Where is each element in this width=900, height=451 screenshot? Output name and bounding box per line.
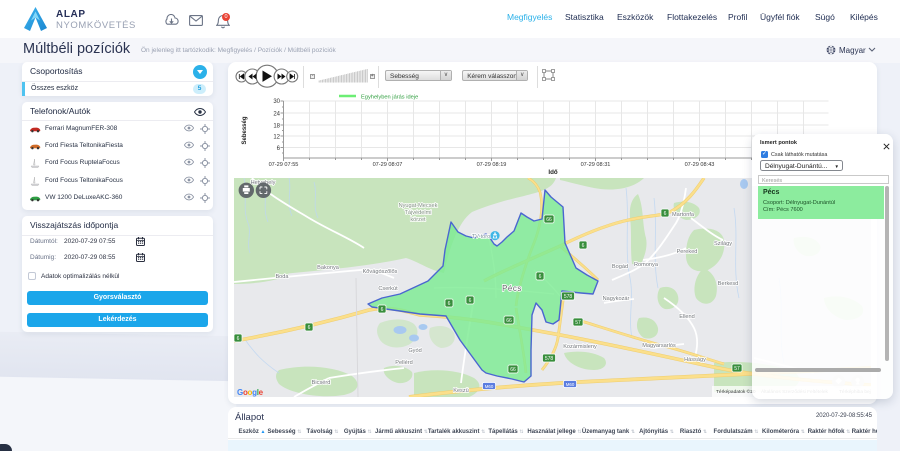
svg-text:6: 6 [582, 243, 585, 249]
svg-text:Szilágy: Szilágy [714, 241, 732, 247]
svg-text:Keszü: Keszü [453, 388, 469, 394]
svg-text:Romonya: Romonya [634, 262, 659, 268]
svg-text:Gyód: Gyód [408, 348, 421, 354]
svg-text:Hásságy: Hásságy [684, 357, 706, 363]
svg-text:6: 6 [539, 274, 542, 280]
svg-text:6: 6 [308, 325, 311, 331]
svg-text:66: 66 [506, 318, 512, 324]
svg-text:66: 66 [546, 217, 552, 223]
svg-text:Kővágószőlős: Kővágószőlős [363, 269, 398, 275]
svg-text:Bicsérd: Bicsérd [312, 380, 331, 386]
svg-text:Pellérd: Pellérd [395, 360, 412, 366]
svg-text:6: 6 [664, 211, 667, 217]
svg-text:07-29 08:43: 07-29 08:43 [685, 162, 715, 168]
svg-text:57: 57 [734, 366, 740, 372]
svg-text:M60: M60 [485, 384, 494, 389]
svg-text:30: 30 [273, 99, 280, 105]
svg-text:Boda: Boda [275, 274, 289, 280]
svg-text:Cserkút: Cserkút [378, 286, 398, 292]
svg-text:Bogád: Bogád [612, 264, 628, 270]
svg-text:6: 6 [469, 298, 472, 304]
svg-text:07-29 08:19: 07-29 08:19 [477, 162, 507, 168]
svg-text:6: 6 [277, 146, 281, 152]
svg-text:Pécs: Pécs [502, 284, 522, 293]
svg-text:Martonfa: Martonfa [672, 212, 695, 218]
svg-text:07-29 07:55: 07-29 07:55 [269, 162, 299, 168]
svg-text:07-29 08:07: 07-29 08:07 [373, 162, 403, 168]
svg-text:12: 12 [273, 135, 280, 141]
svg-text:07-29 08:31: 07-29 08:31 [581, 162, 611, 168]
svg-text:Idő: Idő [548, 169, 557, 176]
svg-text:6: 6 [237, 336, 240, 342]
svg-text:Nagykozár: Nagykozár [603, 296, 630, 302]
svg-text:6: 6 [381, 307, 384, 313]
svg-text:578: 578 [564, 294, 573, 300]
svg-text:578: 578 [545, 356, 554, 362]
svg-text:Kozármisleny: Kozármisleny [563, 344, 597, 350]
svg-text:24: 24 [273, 111, 280, 117]
svg-text:18: 18 [273, 123, 280, 129]
svg-text:66: 66 [510, 367, 516, 373]
svg-text:Google: Google [237, 388, 264, 397]
svg-text:körzet: körzet [410, 217, 426, 223]
svg-text:Ellend: Ellend [679, 314, 695, 320]
svg-text:Pereked: Pereked [677, 249, 698, 255]
svg-text:57: 57 [575, 320, 581, 326]
svg-text:Magyarsarlós: Magyarsarlós [642, 343, 676, 349]
svg-text:Berkesd: Berkesd [718, 281, 739, 287]
svg-text:Térképadatok ©20: Térképadatok ©20 [716, 388, 756, 395]
svg-text:Tájvédelmi: Tájvédelmi [404, 210, 431, 216]
svg-text:Sebesség: Sebesség [242, 116, 248, 144]
svg-text:Egyhelyben járás ideje: Egyhelyben járás ideje [361, 95, 418, 101]
svg-text:Nyugat-Mecsek: Nyugat-Mecsek [399, 203, 438, 209]
svg-text:Bakonya: Bakonya [317, 265, 340, 271]
svg-text:M60: M60 [566, 382, 575, 387]
svg-text:6: 6 [448, 301, 451, 307]
